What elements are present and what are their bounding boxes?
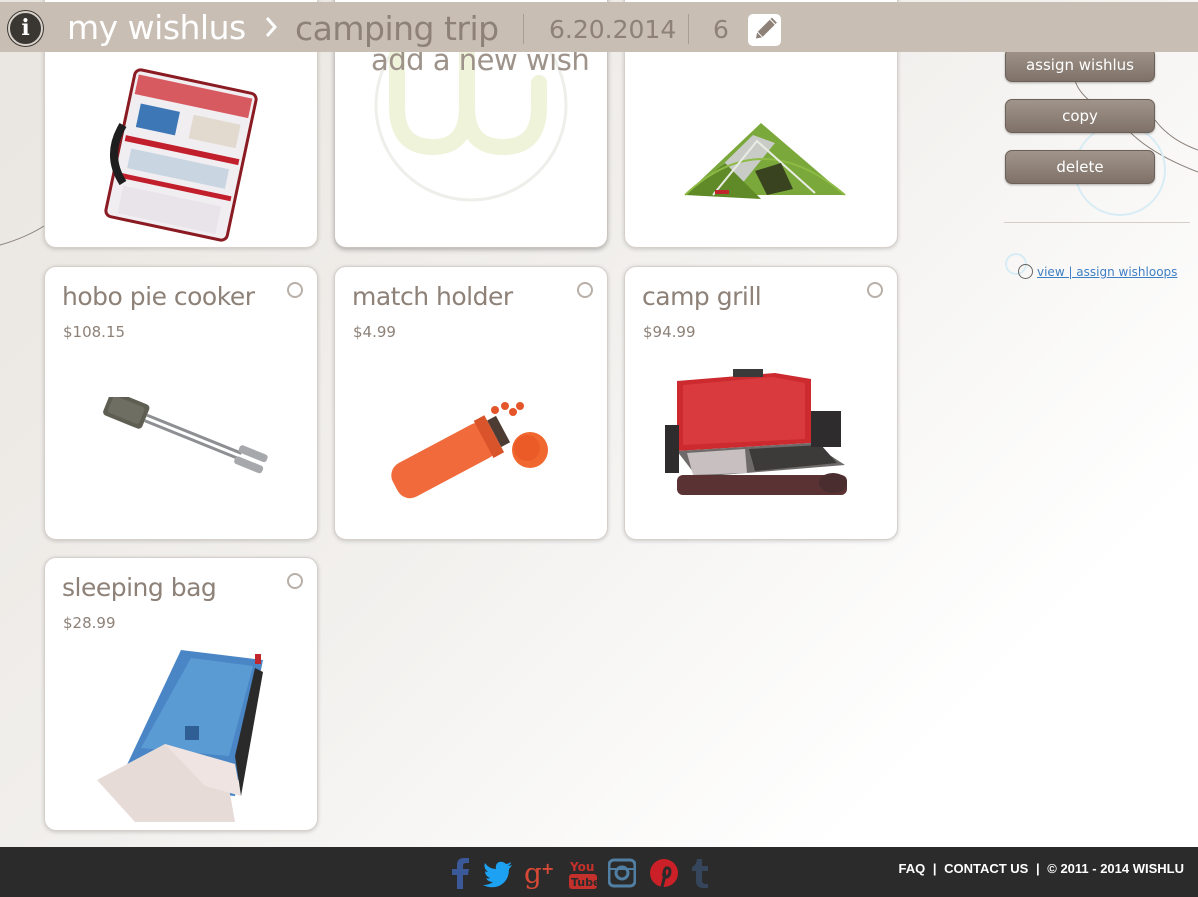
- item-count: 6: [713, 15, 729, 44]
- wish-title: sleeping bag: [62, 573, 217, 602]
- select-radio[interactable]: [287, 573, 303, 589]
- wish-price: $28.99: [63, 614, 116, 632]
- tumblr-icon[interactable]: [689, 857, 711, 889]
- copyright-text: © 2011 - 2014 WISHLU: [1047, 861, 1184, 876]
- google-plus-icon[interactable]: g +: [524, 857, 558, 889]
- sidebar-divider: [1004, 222, 1190, 223]
- twitter-icon[interactable]: [482, 857, 514, 889]
- first-aid-kit-image: [104, 68, 258, 242]
- wish-price: $4.99: [353, 323, 396, 341]
- delete-button[interactable]: delete: [1005, 150, 1155, 184]
- wish-price: $94.99: [643, 323, 696, 341]
- wishloop-icon: [1018, 264, 1033, 279]
- wish-title: hobo pie cooker: [62, 282, 255, 311]
- sleeping-bag-image: [97, 650, 263, 822]
- view-assign-wishloops-link[interactable]: view | assign wishloops: [1037, 265, 1177, 279]
- footer-links: FAQ | CONTACT US | © 2011 - 2014 WISHLU: [898, 861, 1184, 876]
- svg-text:Tube: Tube: [571, 876, 598, 889]
- list-date: 6.20.2014: [549, 15, 677, 44]
- svg-text:You: You: [569, 860, 594, 874]
- svg-text:+: +: [541, 859, 554, 878]
- select-radio[interactable]: [867, 282, 883, 298]
- select-radio[interactable]: [287, 282, 303, 298]
- footer: g + You Tube FAQ | CONTACT US | © 2011 -…: [0, 847, 1198, 897]
- divider: [688, 14, 689, 44]
- faq-link[interactable]: FAQ: [898, 861, 925, 876]
- info-icon[interactable]: i: [8, 11, 43, 46]
- assign-wishlus-button[interactable]: assign wishlus: [1005, 48, 1155, 82]
- pinterest-icon[interactable]: [649, 857, 679, 889]
- top-bar: i my wishlus camping trip 6.20.2014 6: [0, 2, 1198, 52]
- wish-card-sleeping-bag[interactable]: sleeping bag $28.99: [44, 557, 318, 831]
- facebook-icon[interactable]: [449, 857, 471, 889]
- contact-us-link[interactable]: CONTACT US: [944, 861, 1028, 876]
- chevron-right-icon: [265, 17, 278, 37]
- instagram-icon[interactable]: [608, 857, 636, 889]
- camp-grill-image: [665, 369, 847, 495]
- wish-price: $108.15: [63, 323, 126, 341]
- wish-card-camp-grill[interactable]: camp grill $94.99: [624, 266, 898, 540]
- wish-title: match holder: [352, 282, 513, 311]
- edit-list-button[interactable]: [748, 14, 781, 46]
- pie-iron-image: [103, 397, 268, 474]
- tent-image: [684, 123, 846, 199]
- match-holder-image: [391, 402, 548, 499]
- youtube-icon[interactable]: You Tube: [568, 857, 598, 889]
- divider: [523, 14, 524, 44]
- wish-title: camp grill: [642, 282, 762, 311]
- select-radio[interactable]: [577, 282, 593, 298]
- wish-card-match-holder[interactable]: match holder $4.99: [334, 266, 608, 540]
- wish-card-hobo-pie-cooker[interactable]: hobo pie cooker $108.15: [44, 266, 318, 540]
- breadcrumb-root[interactable]: my wishlus: [67, 8, 246, 47]
- copy-button[interactable]: copy: [1005, 99, 1155, 133]
- svg-text:g: g: [524, 857, 542, 889]
- breadcrumb-list-name: camping trip: [295, 9, 499, 48]
- pencil-icon: [756, 17, 777, 39]
